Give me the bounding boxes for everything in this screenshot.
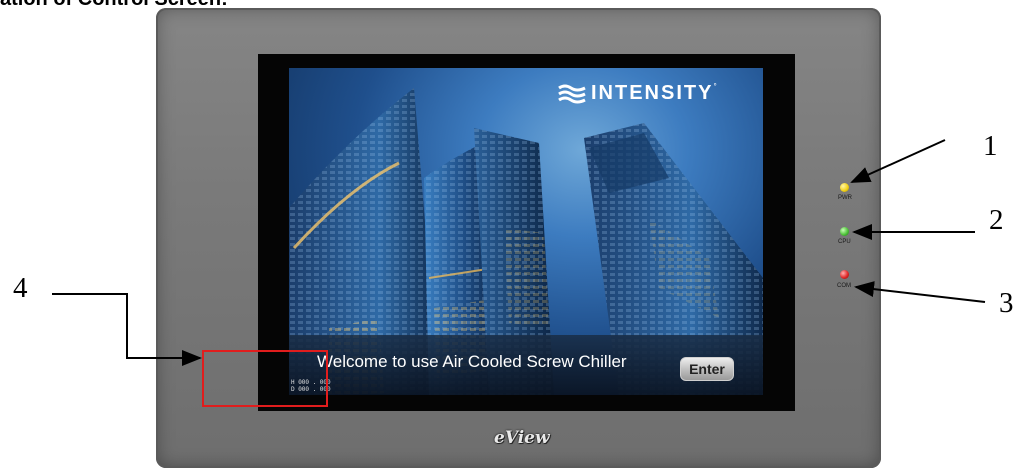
callout-2: 2 — [989, 204, 1004, 236]
callout-arrows — [52, 139, 986, 366]
callout-1: 1 — [983, 130, 998, 162]
callout-arrow-3 — [854, 281, 986, 303]
callout-arrow-1 — [850, 139, 946, 183]
callout-4: 4 — [13, 272, 28, 304]
callout-arrow-4 — [52, 293, 202, 366]
callout-3: 3 — [999, 287, 1014, 319]
